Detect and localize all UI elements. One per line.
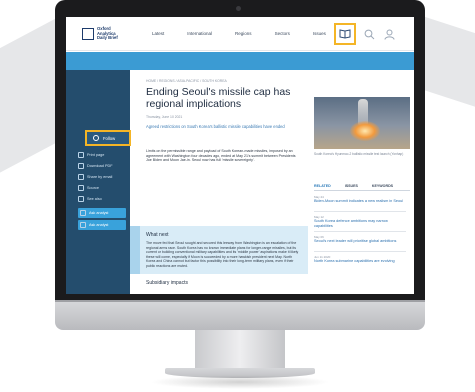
search-icon[interactable]: [362, 27, 376, 41]
photo-launch-flash: [350, 121, 380, 141]
monitor-shadow: [150, 375, 330, 389]
monitor-chin: [55, 300, 425, 330]
breadcrumb[interactable]: HOME / REGIONS / ASIA-PACIFIC / SOUTH KO…: [146, 79, 227, 83]
nav-menu: Latest International Regions Sectors Iss…: [152, 31, 349, 36]
source-icon: [78, 185, 84, 191]
sidebar-item-label: Source: [87, 186, 100, 190]
sidebar-item-print[interactable]: Print page: [78, 150, 126, 160]
related-item[interactable]: Jun 11 2020 North Korea submarine capabi…: [314, 255, 406, 264]
mail-icon: [78, 174, 84, 180]
related-title[interactable]: Seoul's next leader will prioritise glob…: [314, 239, 406, 244]
article-card: HOME / REGIONS / ASIA-PACIFIC / SOUTH KO…: [140, 74, 308, 294]
article-title: Ending Seoul's missile cap has regional …: [146, 86, 291, 110]
tab-related[interactable]: RELATED: [314, 184, 331, 188]
camera-dot: [236, 6, 241, 11]
sidebar-actions: Print page Download PDF Share by email S…: [66, 70, 130, 294]
sidebar-item-label: See also: [87, 197, 102, 201]
link-icon: [78, 196, 84, 202]
reading-list-highlight: [334, 23, 356, 45]
subsidiary-impacts-heading: Subsidiary impacts: [146, 280, 188, 286]
follow-button[interactable]: Follow: [85, 130, 131, 146]
follow-icon: [93, 135, 99, 141]
button-label: Ask analyst: [89, 211, 109, 215]
nav-item-international[interactable]: International: [187, 31, 212, 36]
ask-analyst-button-2[interactable]: Ask analyst: [78, 220, 126, 230]
screen: Oxford Analytica Daily Brief Latest Inte…: [66, 17, 414, 294]
tab-keywords[interactable]: KEYWORDS: [372, 184, 393, 188]
divider: [314, 251, 406, 252]
photo-caption: South Korea's Hyunmoo-2 ballistic missil…: [314, 152, 404, 156]
nav-item-sectors[interactable]: Sectors: [275, 31, 290, 36]
related-title[interactable]: North Korea submarine capabilities are e…: [314, 259, 406, 264]
what-next-box: What next The move fed that Seoul sought…: [140, 226, 308, 274]
download-icon: [78, 163, 84, 169]
follow-label: Follow: [103, 135, 116, 141]
article-summary: Agreed restrictions on South Korea's bal…: [146, 124, 285, 129]
top-navigation: Oxford Analytica Daily Brief Latest Inte…: [66, 17, 414, 51]
related-item[interactable]: May 12 South Korea defence ambitions may…: [314, 215, 406, 228]
divider: [314, 231, 406, 232]
sidebar-item-label: Download PDF: [87, 164, 113, 168]
related-item[interactable]: May 24 Biden-Moon summit indicates a new…: [314, 195, 406, 204]
related-item[interactable]: May 06 Seoul's next leader will prioriti…: [314, 235, 406, 244]
nav-item-issues[interactable]: Issues: [313, 31, 326, 36]
related-title[interactable]: Biden-Moon summit indicates a new realis…: [314, 199, 406, 204]
nav-item-latest[interactable]: Latest: [152, 31, 164, 36]
print-icon: [78, 152, 84, 158]
article-photo[interactable]: [314, 97, 410, 149]
section-banner: [66, 52, 414, 70]
question-icon: [80, 210, 86, 216]
sidebar-item-share-email[interactable]: Share by email: [78, 172, 126, 182]
question-icon: [80, 222, 86, 228]
ask-analyst-button-1[interactable]: Ask analyst: [78, 208, 126, 218]
what-next-heading: What next: [146, 232, 169, 238]
sidebar-item-see-also[interactable]: See also: [78, 194, 126, 204]
site-logo[interactable]: Oxford Analytica Daily Brief: [82, 24, 124, 44]
sidebar-item-source[interactable]: Source: [78, 183, 126, 193]
button-label: Ask analyst: [89, 223, 109, 227]
article-body: Limits on the permissible range and payl…: [146, 149, 296, 163]
sidebar-item-label: Print page: [87, 153, 105, 157]
what-next-body: The move fed that Seoul sought and secur…: [146, 241, 299, 268]
sidebar-item-label: Share by email: [87, 175, 113, 179]
monitor-chin-edge: [55, 300, 425, 302]
logo-text: Oxford Analytica Daily Brief: [97, 26, 118, 41]
nav-item-regions[interactable]: Regions: [235, 31, 252, 36]
article-date: Thursday, June 10 2021: [146, 115, 183, 119]
tab-issues[interactable]: ISSUES: [345, 184, 358, 188]
related-tabs: RELATED ISSUES KEYWORDS: [314, 181, 410, 191]
divider: [314, 211, 406, 212]
logo-mark: [82, 28, 94, 40]
monitor-stand-neck: [195, 330, 285, 372]
user-icon[interactable]: [382, 27, 396, 41]
sidebar-item-download-pdf[interactable]: Download PDF: [78, 161, 126, 171]
related-title[interactable]: South Korea defence ambitions may narrow…: [314, 219, 406, 228]
